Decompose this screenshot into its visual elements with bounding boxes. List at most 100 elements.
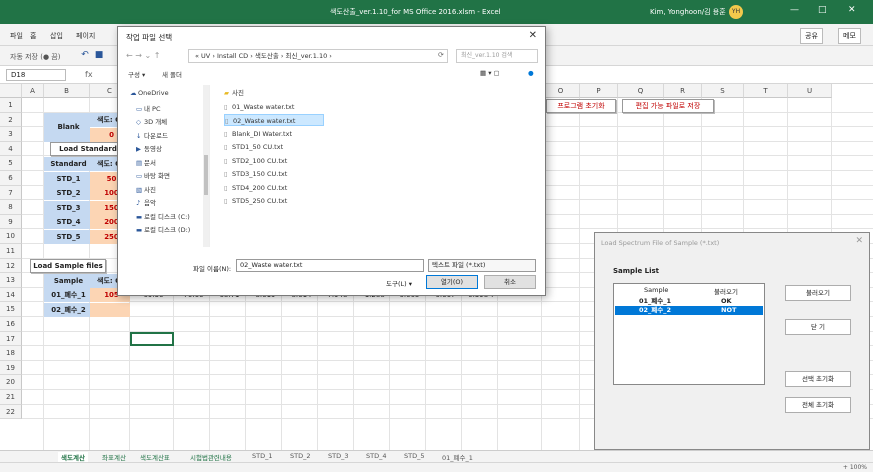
nav-item[interactable]: ♪ 음악 (136, 197, 156, 207)
sheet-tab[interactable]: 좌표계산 (102, 452, 126, 462)
sheet-tab[interactable]: 시험법관련내용 (190, 452, 232, 462)
row-header[interactable]: 17 (0, 331, 22, 347)
open-button[interactable]: 열기(O) (426, 275, 478, 289)
comment-button[interactable]: 메모 (838, 28, 861, 44)
address-bar[interactable]: « UV › Install CD › 색도산출 › 최신_ver.1.10 › (188, 49, 448, 63)
nav-item[interactable]: ▬ 로컬 디스크 (D:) (136, 224, 190, 234)
nav-item[interactable]: ▭ 내 PC (136, 103, 161, 113)
row-header[interactable]: 10 (0, 229, 22, 244)
file-item[interactable]: ▯ STD3_150 CU.txt (224, 168, 324, 180)
file-item[interactable]: ▯ 01_Waste water.txt (224, 101, 324, 113)
row-header[interactable]: 12 (0, 258, 22, 274)
nav-item[interactable]: ▬ 로컬 디스크 (C:) (136, 211, 190, 221)
row-header[interactable]: 21 (0, 390, 22, 405)
row-header[interactable]: 22 (0, 404, 22, 420)
fx-icon[interactable]: fx (85, 70, 93, 79)
search-input[interactable]: 최신_ver.1.10 검색 (456, 49, 538, 63)
share-button[interactable]: 공유 (800, 28, 823, 44)
row-header[interactable]: 14 (0, 287, 22, 303)
user-name[interactable]: Kim, Yonghoon/김 용훈 (650, 7, 726, 17)
close-button[interactable]: 닫 기 (785, 319, 851, 335)
nav-item[interactable]: ▧ 사진 (136, 184, 156, 194)
row-header[interactable]: 11 (0, 244, 22, 259)
nav-item[interactable]: ☁ OneDrive (130, 89, 169, 97)
row-header[interactable]: 15 (0, 302, 22, 317)
reset-selection-button[interactable]: 선택 초기화 (785, 371, 851, 387)
select-all-corner[interactable] (0, 84, 22, 98)
column-header[interactable]: S (702, 84, 744, 98)
avatar[interactable]: YH (729, 5, 743, 19)
save-icon[interactable]: ■ (94, 50, 104, 60)
cancel-button[interactable]: 취소 (484, 275, 536, 289)
organize-menu[interactable]: 구성 ▾ (128, 69, 145, 79)
sheet-tab[interactable]: STD_2 (290, 452, 311, 460)
tab-home[interactable]: 홈 (30, 31, 36, 41)
nav-item[interactable]: ▤ 문서 (136, 157, 156, 167)
column-header[interactable]: U (788, 84, 832, 98)
row-header[interactable]: 6 (0, 171, 22, 186)
nav-item[interactable]: ▶ 동영상 (136, 143, 162, 153)
autosave-toggle[interactable]: 자동 저장 (● 끔) (10, 52, 60, 62)
load-standard-files-button[interactable]: Load Standard files (50, 142, 126, 165)
file-item[interactable]: ▯ STD2_100 CU.txt (224, 155, 324, 167)
load-button[interactable]: 불러오기 (785, 285, 851, 301)
filetype-select[interactable]: 텍스트 파일 (*.txt) (428, 259, 536, 272)
active-cell[interactable] (130, 331, 174, 347)
row-header[interactable]: 9 (0, 214, 22, 230)
row-header[interactable]: 2 (0, 112, 22, 128)
file-item[interactable]: ▯ STD1_50 CU.txt (224, 141, 324, 153)
sheet-tab[interactable]: 01_폐수_1 (442, 452, 473, 462)
sheet-tab[interactable]: STD_4 (366, 452, 387, 460)
file-item[interactable]: ▯ STD5_250 CU.txt (224, 195, 324, 207)
minimize-button[interactable]: — (790, 5, 799, 15)
tab-insert[interactable]: 삽입 (50, 31, 63, 41)
sheet-tab[interactable]: 색도계산표 (140, 452, 170, 462)
sheet-tab[interactable]: STD_1 (252, 452, 273, 460)
sheet-tab[interactable]: STD_5 (404, 452, 425, 460)
reset-all-button[interactable]: 전체 초기화 (785, 397, 851, 413)
row-header[interactable]: 16 (0, 317, 22, 332)
row-header[interactable]: 8 (0, 200, 22, 215)
load-sample-files-button[interactable]: Load Sample files (30, 259, 106, 274)
file-item[interactable]: ▯ STD4_200 CU.txt (224, 182, 324, 194)
tools-menu[interactable]: 도구(L) ▾ (386, 278, 412, 288)
program-reset-button[interactable]: 프로그램 초기화 (546, 98, 616, 113)
sample-listbox[interactable]: Sample 불러오기 01_폐수_1 OK 02_폐수_2 NOT (613, 283, 765, 385)
nav-item[interactable]: ▭ 바탕 화면 (136, 170, 170, 180)
nav-item[interactable]: ↓ 다운로드 (136, 130, 168, 140)
help-icon[interactable]: ● (528, 69, 534, 77)
file-item[interactable]: ▯ 02_Waste water.txt (224, 114, 324, 126)
undo-icon[interactable]: ↶ (80, 50, 90, 60)
column-header[interactable]: B (44, 84, 90, 98)
close-icon[interactable]: ✕ (855, 236, 863, 246)
file-item[interactable]: ▯ Blank_DI Water.txt (224, 128, 324, 140)
column-header[interactable]: Q (618, 84, 664, 98)
row-header[interactable]: 3 (0, 127, 22, 142)
view-options-icon[interactable]: ▦ ▾ ▢ (480, 69, 500, 77)
tab-page[interactable]: 페이지 (76, 31, 95, 41)
sample-list-row[interactable]: 02_폐수_2 NOT (615, 306, 763, 315)
new-folder-button[interactable]: 새 폴더 (162, 69, 182, 79)
zoom-level[interactable]: + 100% (843, 464, 867, 471)
refresh-icon[interactable]: ⟳ (438, 51, 444, 59)
row-header[interactable]: 20 (0, 375, 22, 390)
nav-scrollbar[interactable] (203, 85, 209, 247)
row-header[interactable]: 1 (0, 98, 22, 113)
tab-file[interactable]: 파일 (10, 31, 23, 41)
close-window-button[interactable]: ✕ (848, 5, 856, 15)
save-editable-button[interactable]: 편집 가능 파일로 저장 (622, 98, 714, 113)
column-header[interactable]: R (664, 84, 702, 98)
nav-item[interactable]: ◇ 3D 개체 (136, 116, 167, 126)
row-header[interactable]: 18 (0, 346, 22, 361)
row-header[interactable]: 19 (0, 360, 22, 376)
column-header[interactable]: O (542, 84, 580, 98)
close-icon[interactable]: ✕ (529, 30, 537, 41)
column-header[interactable]: P (580, 84, 618, 98)
maximize-button[interactable]: □ (818, 5, 827, 15)
sample-list-row[interactable]: 01_폐수_1 OK (615, 297, 763, 306)
back-forward-arrows[interactable]: ← → ⌄ ↑ (126, 51, 160, 60)
row-header[interactable]: 7 (0, 185, 22, 201)
column-header[interactable]: T (744, 84, 788, 98)
name-box[interactable]: D18 (6, 69, 66, 81)
row-header[interactable]: 4 (0, 141, 22, 157)
